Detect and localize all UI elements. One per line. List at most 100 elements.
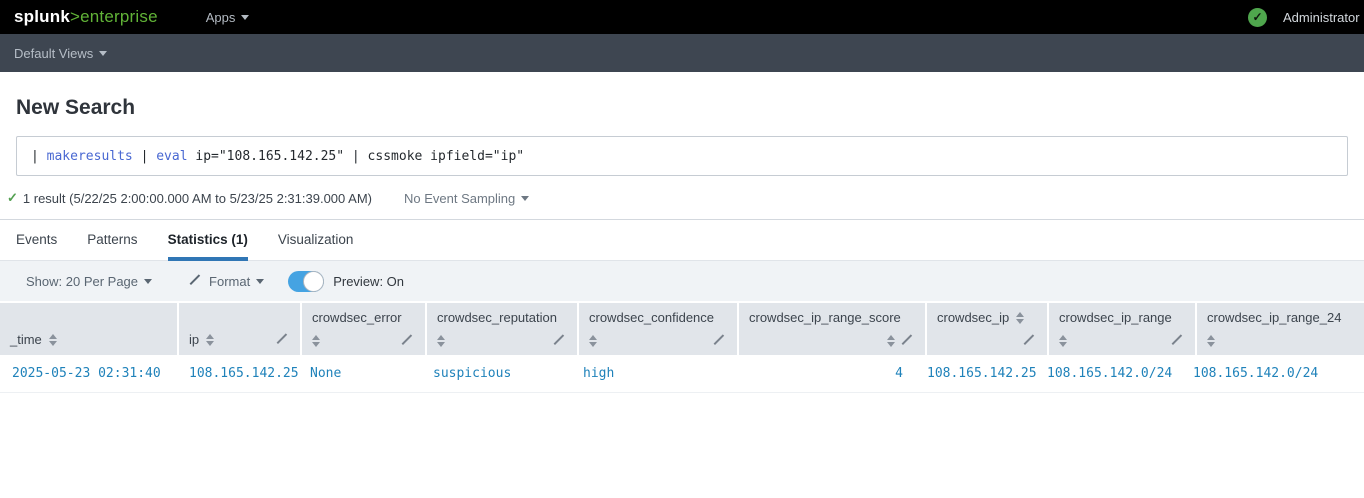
column-header-label: crowdsec_reputation: [437, 310, 557, 325]
cell-crowdsec-ip-range-24[interactable]: 108.165.142.0/24: [1181, 355, 1364, 392]
column-header-label: crowdsec_ip: [937, 310, 1009, 325]
header-row: [749, 335, 915, 347]
query-segment-plain: |: [31, 149, 47, 164]
chevron-down-icon: [241, 15, 249, 20]
preview-status-label: Preview: On: [333, 274, 404, 289]
header-row: ip: [189, 332, 290, 347]
cell-ip[interactable]: 108.165.142.25: [177, 355, 298, 392]
sort-icon: [312, 335, 320, 347]
column-header-crowdsec-ip[interactable]: crowdsec_ip: [927, 303, 1047, 355]
edit-column-icon[interactable]: [714, 335, 727, 347]
checkmark-icon: ✓: [7, 190, 18, 206]
query-segment-plain: |: [133, 149, 156, 164]
column-header-ip[interactable]: ip: [179, 303, 300, 355]
header-row: crowdsec_reputation: [437, 310, 567, 325]
table-row: 2025-05-23 02:31:40108.165.142.25Nonesus…: [0, 355, 1364, 393]
event-sampling-label: No Event Sampling: [404, 191, 515, 206]
logo-product-text: >enterprise: [70, 7, 158, 26]
edit-column-icon[interactable]: [1172, 335, 1185, 347]
sort-icon: [887, 335, 895, 347]
app-navbar: Default Views: [0, 34, 1364, 72]
cell-time[interactable]: 2025-05-23 02:31:40: [0, 355, 177, 392]
cell-crowdsec-error[interactable]: None: [298, 355, 421, 392]
topbar-right-section: ✓ Administrator: [1248, 0, 1360, 34]
format-label: Format: [209, 274, 250, 289]
results-toolbar: Show: 20 Per Page Format Preview: On: [0, 260, 1364, 301]
sort-icon: [1207, 335, 1215, 347]
column-header-label: crowdsec_ip_range_24: [1207, 310, 1341, 325]
chevron-down-icon: [99, 51, 107, 56]
column-header-label: ip: [189, 332, 199, 347]
column-header-label: crowdsec_ip_range: [1059, 310, 1172, 325]
header-row: [1059, 335, 1185, 347]
header-row: [1207, 335, 1364, 347]
check-circle-icon[interactable]: ✓: [1248, 8, 1267, 27]
header-row: crowdsec_confidence: [589, 310, 727, 325]
tab-patterns[interactable]: Patterns: [87, 220, 137, 261]
sort-icon: [589, 335, 597, 347]
result-summary-line: ✓ 1 result (5/22/25 2:00:00.000 AM to 5/…: [7, 190, 1364, 206]
sort-icon: [49, 334, 57, 346]
column-header-label: crowdsec_confidence: [589, 310, 714, 325]
tab-visualization[interactable]: Visualization: [278, 220, 354, 261]
toggle-knob: [303, 271, 324, 292]
format-dropdown[interactable]: Format: [190, 274, 264, 289]
header-row: crowdsec_ip_range_24: [1207, 310, 1364, 325]
header-row: crowdsec_ip_range_score: [749, 310, 915, 325]
splunk-logo[interactable]: splunk>enterprise: [14, 7, 158, 27]
chevron-down-icon: [144, 279, 152, 284]
preview-toggle[interactable]: [288, 271, 324, 292]
apps-menu-label: Apps: [206, 10, 236, 25]
header-row: _time: [10, 332, 167, 347]
result-summary-text: 1 result (5/22/25 2:00:00.000 AM to 5/23…: [23, 191, 372, 206]
default-views-menu[interactable]: Default Views: [14, 46, 107, 61]
search-input[interactable]: | makeresults | eval ip="108.165.142.25"…: [16, 136, 1348, 176]
logo-brand-text: splunk: [14, 7, 70, 26]
event-sampling-menu[interactable]: No Event Sampling: [404, 191, 529, 206]
query-segment-command: eval: [156, 149, 187, 164]
header-row: [589, 335, 727, 347]
apps-menu[interactable]: Apps: [206, 10, 250, 25]
header-row: [437, 335, 567, 347]
table-header-row: _time ip crowdsec_error crowdsec_reputation…: [0, 303, 1364, 355]
column-header-crowdsec-confidence[interactable]: crowdsec_confidence: [579, 303, 737, 355]
column-header-crowdsec-error[interactable]: crowdsec_error: [302, 303, 425, 355]
edit-column-icon[interactable]: [554, 335, 567, 347]
cell-crowdsec-confidence[interactable]: high: [571, 355, 729, 392]
cell-crowdsec-ip[interactable]: 108.165.142.25: [915, 355, 1035, 392]
query-segment-command: makeresults: [47, 149, 133, 164]
user-menu[interactable]: Administrator: [1283, 10, 1360, 25]
column-header-crowdsec-ip-range-score[interactable]: crowdsec_ip_range_score: [739, 303, 925, 355]
cell-crowdsec-ip-range[interactable]: 108.165.142.0/24: [1035, 355, 1181, 392]
header-row: crowdsec_error: [312, 310, 415, 325]
column-header-crowdsec-reputation[interactable]: crowdsec_reputation: [427, 303, 577, 355]
edit-column-icon[interactable]: [402, 335, 415, 347]
header-row: [312, 335, 415, 347]
chevron-down-icon: [256, 279, 264, 284]
cell-crowdsec-reputation[interactable]: suspicious: [421, 355, 571, 392]
edit-column-icon[interactable]: [902, 335, 915, 347]
per-page-label: Show: 20 Per Page: [26, 274, 138, 289]
default-views-label: Default Views: [14, 46, 93, 61]
page-title: New Search: [16, 96, 1364, 120]
edit-column-icon[interactable]: [1024, 335, 1037, 347]
statistics-table: _time ip crowdsec_error crowdsec_reputation…: [0, 303, 1364, 393]
sort-icon: [437, 335, 445, 347]
per-page-dropdown[interactable]: Show: 20 Per Page: [26, 274, 152, 289]
tab-statistics-1[interactable]: Statistics (1): [168, 220, 248, 261]
cell-crowdsec-ip-range-score[interactable]: 4: [729, 355, 915, 392]
sort-icon: [1016, 312, 1024, 324]
column-header-label: _time: [10, 332, 42, 347]
header-row: crowdsec_ip_range: [1059, 310, 1185, 325]
results-tab-bar: Events Patterns Statistics (1) Visualizatio…: [0, 219, 1364, 260]
column-header-crowdsec-ip-range[interactable]: crowdsec_ip_range: [1049, 303, 1195, 355]
column-header-time[interactable]: _time: [0, 303, 177, 355]
column-header-label: crowdsec_ip_range_score: [749, 310, 901, 325]
edit-column-icon[interactable]: [277, 334, 290, 346]
header-row: crowdsec_ip: [937, 310, 1037, 325]
column-header-crowdsec-ip-range-24[interactable]: crowdsec_ip_range_24: [1197, 303, 1364, 355]
column-header-label: crowdsec_error: [312, 310, 402, 325]
top-navbar: splunk>enterprise Apps ✓ Administrator: [0, 0, 1364, 34]
query-segment-plain: ip="108.165.142.25" | cssmoke ipfield="i…: [188, 149, 525, 164]
tab-events[interactable]: Events: [16, 220, 57, 261]
